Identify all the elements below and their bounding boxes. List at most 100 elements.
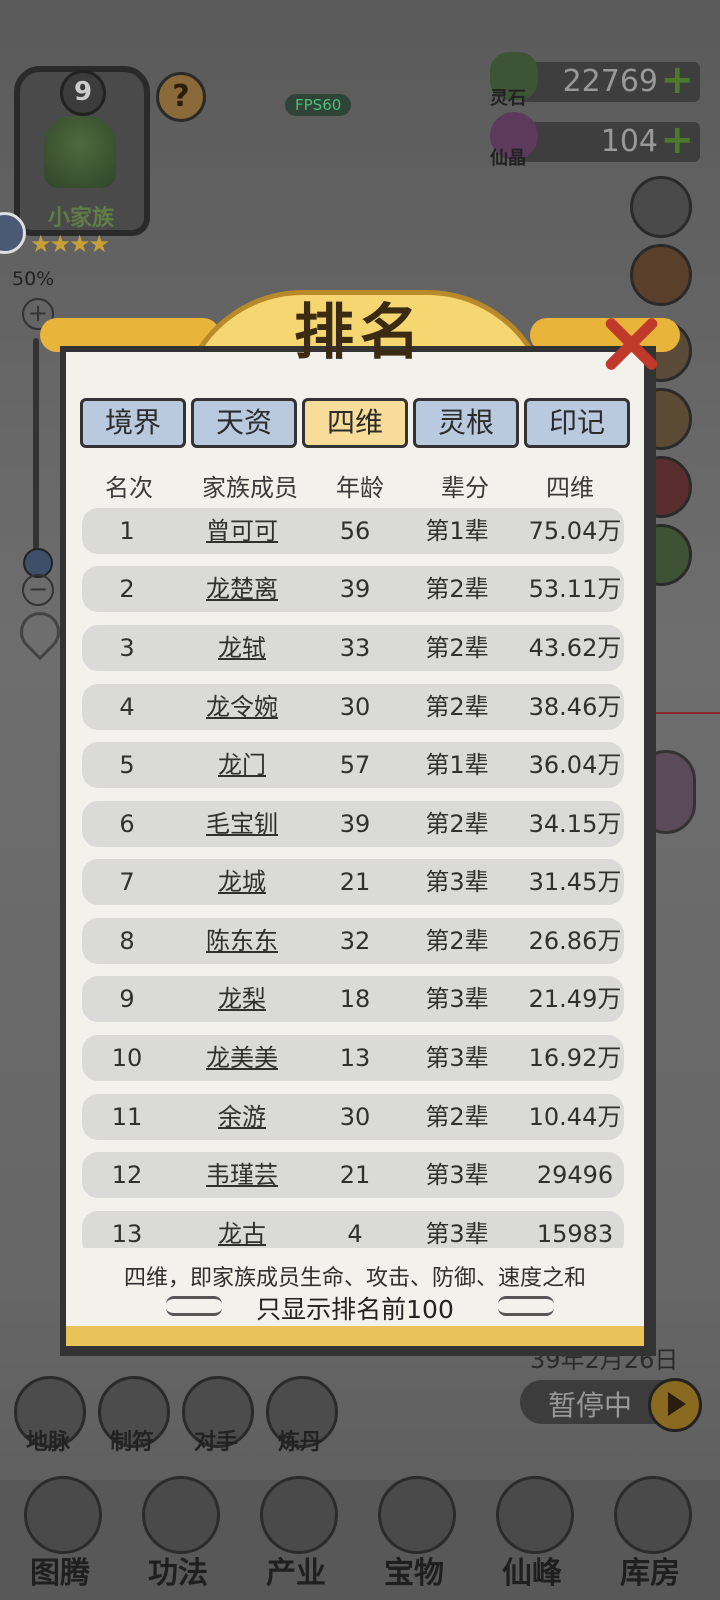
four-stats-cell: 15983 <box>536 1220 614 1248</box>
member-name-link[interactable]: 龙美美 <box>177 1035 307 1081</box>
currency-immortal-crystal: 仙晶 104 + <box>490 112 700 169</box>
clan-level-badge: 9 <box>60 70 106 116</box>
ranking-limit-note: 只显示排名前100 <box>256 1295 454 1324</box>
four-stats-cell: 21.49万 <box>528 985 622 1013</box>
four-stats-cell: 53.11万 <box>528 575 622 603</box>
nav-label: 宝物 <box>384 1556 444 1591</box>
rank-cell: 8 <box>119 927 135 955</box>
rank-cell: 5 <box>119 751 135 779</box>
table-row: 1 曾可可 56 第1辈 75.04万 <box>82 508 624 554</box>
nav-totem[interactable]: 图腾 <box>10 1474 110 1594</box>
header-generation: 辈分 <box>441 474 489 502</box>
nav-peak[interactable]: 仙峰 <box>482 1474 582 1594</box>
rank-cell: 4 <box>119 693 135 721</box>
alchemy-label: 炼丹 <box>277 1430 322 1455</box>
age-cell: 57 <box>339 751 371 779</box>
add-immortal-crystal-button[interactable]: + <box>660 120 694 160</box>
nav-label: 仙峰 <box>502 1556 562 1591</box>
table-row: 4 龙令婉 30 第2辈 38.46万 <box>82 684 624 730</box>
nav-label: 产业 <box>266 1556 326 1591</box>
age-cell: 21 <box>339 868 371 896</box>
add-spirit-stone-button[interactable]: + <box>660 60 694 100</box>
age-cell: 13 <box>339 1044 371 1072</box>
member-name-link[interactable]: 龙楚离 <box>177 566 307 612</box>
member-name-link[interactable]: 龙轼 <box>177 625 307 671</box>
generation-cell: 第3辈 <box>425 1044 489 1072</box>
four-stats-cell: 29496 <box>536 1161 614 1189</box>
earth-vein-label: 地脉 <box>25 1430 70 1455</box>
rank-cell: 12 <box>111 1161 143 1189</box>
four-stats-cell: 26.86万 <box>528 927 622 955</box>
member-name-link[interactable]: 韦瑾芸 <box>177 1152 307 1198</box>
nav-treasure[interactable]: 宝物 <box>364 1474 464 1594</box>
generation-cell: 第1辈 <box>425 517 489 545</box>
age-cell: 21 <box>339 1161 371 1189</box>
nav-label: 库房 <box>620 1556 680 1591</box>
currency-name: 仙晶 <box>490 148 526 169</box>
currency-name: 灵石 <box>490 88 526 109</box>
tab-four-stats[interactable]: 四维 <box>302 398 408 448</box>
play-icon[interactable] <box>648 1378 702 1432</box>
ranking-list[interactable]: 1 曾可可 56 第1辈 75.04万 2 龙楚离 39 第2辈 53.11万 3 龙轼 33 第2辈… <box>66 500 644 1248</box>
rank-cell: 2 <box>119 575 135 603</box>
zoom-out-button[interactable]: − <box>22 574 54 606</box>
zoom-slider-track[interactable] <box>33 338 39 568</box>
age-cell: 39 <box>339 575 371 603</box>
generation-cell: 第2辈 <box>425 810 489 838</box>
rank-cell: 9 <box>119 985 135 1013</box>
nav-skills[interactable]: 功法 <box>128 1474 228 1594</box>
stats-explanation: 四维，即家族成员生命、攻击、防御、速度之和 <box>123 1266 586 1291</box>
four-stats-cell: 43.62万 <box>528 634 622 662</box>
clan-name: 小家族 <box>47 206 114 231</box>
nav-industry[interactable]: 产业 <box>246 1474 346 1594</box>
member-name-link[interactable]: 龙古 <box>177 1211 307 1248</box>
age-cell: 56 <box>339 517 371 545</box>
tab-realm[interactable]: 境界 <box>80 398 186 448</box>
rank-cell: 7 <box>119 868 135 896</box>
table-row: 6 毛宝钏 39 第2辈 34.15万 <box>82 801 624 847</box>
currency-value: 22769 <box>562 64 658 99</box>
fps-counter: FPS60 <box>285 94 352 116</box>
nav-storehouse[interactable]: 库房 <box>600 1474 700 1594</box>
skills-icon <box>142 1476 220 1554</box>
age-cell: 30 <box>339 1103 371 1131</box>
four-stats-cell: 36.04万 <box>528 751 622 779</box>
member-name-link[interactable]: 龙城 <box>177 859 307 905</box>
pause-label: 暂停中 <box>548 1389 633 1422</box>
member-name-link[interactable]: 毛宝钏 <box>177 801 307 847</box>
generation-cell: 第3辈 <box>425 868 489 896</box>
generation-cell: 第3辈 <box>425 1161 489 1189</box>
tab-spirit-root[interactable]: 灵根 <box>413 398 519 448</box>
decorative-swirl-right <box>498 1296 554 1316</box>
age-cell: 30 <box>339 693 371 721</box>
table-row: 11 余游 30 第2辈 10.44万 <box>82 1094 624 1140</box>
close-icon[interactable] <box>600 314 660 374</box>
table-row: 13 龙古 4 第3辈 15983 <box>82 1211 624 1248</box>
member-name-link[interactable]: 龙门 <box>177 742 307 788</box>
storehouse-icon <box>614 1476 692 1554</box>
table-row: 3 龙轼 33 第2辈 43.62万 <box>82 625 624 671</box>
rank-cell: 11 <box>111 1103 143 1131</box>
treasure-icon <box>378 1476 456 1554</box>
member-name-link[interactable]: 余游 <box>177 1094 307 1140</box>
generation-cell: 第3辈 <box>425 985 489 1013</box>
four-stats-cell: 10.44万 <box>528 1103 622 1131</box>
tab-mark[interactable]: 印记 <box>524 398 630 448</box>
member-name-link[interactable]: 龙梨 <box>177 976 307 1022</box>
tab-aptitude[interactable]: 天资 <box>191 398 297 448</box>
four-stats-cell: 16.92万 <box>528 1044 622 1072</box>
member-name-link[interactable]: 龙令婉 <box>177 684 307 730</box>
help-button[interactable]: ? <box>156 72 206 122</box>
currency-spirit-stone: 灵石 22769 + <box>490 52 700 109</box>
member-name-link[interactable]: 陈东东 <box>177 918 307 964</box>
generation-cell: 第2辈 <box>425 927 489 955</box>
four-stats-cell: 38.46万 <box>528 693 622 721</box>
generation-cell: 第3辈 <box>425 1220 489 1248</box>
four-stats-cell: 31.45万 <box>528 868 622 896</box>
nav-label: 图腾 <box>30 1556 90 1591</box>
table-row: 12 韦瑾芸 21 第3辈 29496 <box>82 1152 624 1198</box>
rank-cell: 6 <box>119 810 135 838</box>
member-name-link[interactable]: 曾可可 <box>177 508 307 554</box>
header-four-stats: 四维 <box>546 474 594 502</box>
settings-icon[interactable] <box>630 176 692 238</box>
